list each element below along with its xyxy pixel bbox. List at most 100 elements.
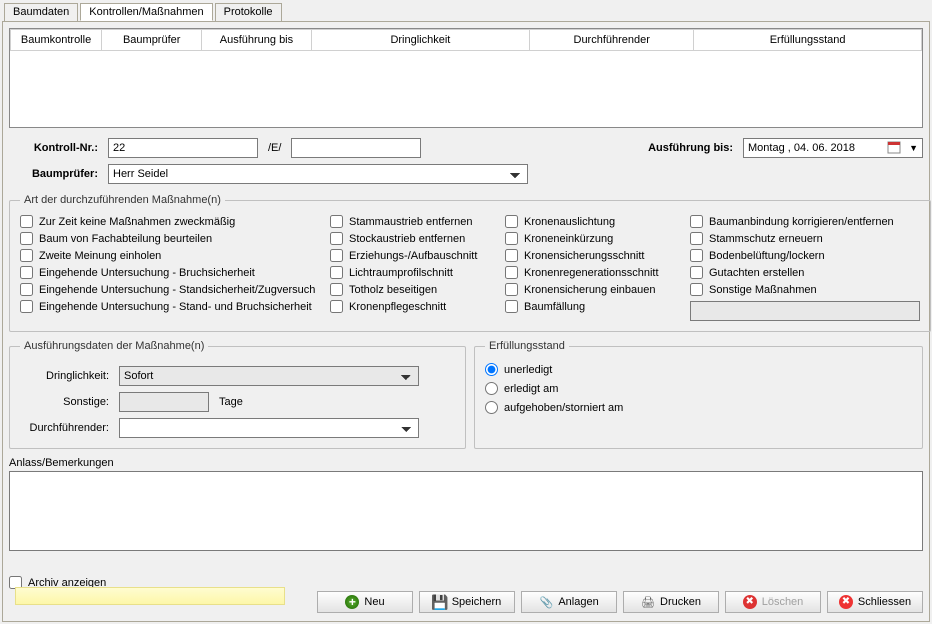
massnahme-checkbox[interactable] <box>330 232 343 245</box>
kontroll-nr-input[interactable] <box>108 138 258 158</box>
aufgehoben-radio[interactable] <box>485 401 498 414</box>
sonstige-massnahmen-input[interactable] <box>690 301 920 321</box>
durchfuehrender-label: Durchführender: <box>20 422 115 434</box>
save-icon: 💾 <box>433 595 447 609</box>
ausfuehrungsdaten-legend: Ausführungsdaten der Maßnahme(n) <box>20 340 208 352</box>
massnahme-checkbox[interactable] <box>330 283 343 296</box>
massnahme-checkbox[interactable] <box>505 266 518 279</box>
massnahme-label: Kronenauslichtung <box>524 216 615 228</box>
grid-col-dringlichkeit[interactable]: Dringlichkeit <box>311 30 530 51</box>
massnahme-check-item: Baumanbindung korrigieren/entfernen <box>690 214 920 229</box>
massnahme-label: Erziehungs-/Aufbauschnitt <box>349 250 477 262</box>
grid-col-ausfuehrung-bis[interactable]: Ausführung bis <box>202 30 311 51</box>
tab-protokolle[interactable]: Protokolle <box>215 3 282 21</box>
tab-kontrollen[interactable]: Kontrollen/Maßnahmen <box>80 3 212 21</box>
massnahme-check-item: Sonstige Maßnahmen <box>690 282 920 297</box>
massnahme-check-item: Kronenauslichtung <box>505 214 680 229</box>
drucken-button[interactable]: 🖨 Drucken <box>623 591 719 613</box>
grid-col-baumkontrolle[interactable]: Baumkontrolle <box>11 30 102 51</box>
massnahme-checkbox[interactable] <box>330 300 343 313</box>
chevron-down-icon[interactable]: ▼ <box>909 143 918 153</box>
massnahme-label: Kronensicherungsschnitt <box>524 250 644 262</box>
massnahme-label: Sonstige Maßnahmen <box>709 284 817 296</box>
massnahmen-legend: Art der durchzuführenden Maßnahme(n) <box>20 194 225 206</box>
calendar-icon[interactable] <box>887 140 901 157</box>
dringlichkeit-label: Dringlichkeit: <box>20 370 115 382</box>
maßnahmen-grid[interactable]: Baumkontrolle Baumprüfer Ausführung bis … <box>9 28 923 128</box>
loeschen-button: ✖ Löschen <box>725 591 821 613</box>
aufgehoben-label: aufgehoben/storniert am <box>504 402 623 414</box>
massnahme-checkbox[interactable] <box>20 300 33 313</box>
date-value: Montag , 04. 06. 2018 <box>748 142 855 154</box>
massnahme-label: Zur Zeit keine Maßnahmen zweckmäßig <box>39 216 235 228</box>
massnahme-checkbox[interactable] <box>690 249 703 262</box>
massnahme-label: Bodenbelüftung/lockern <box>709 250 825 262</box>
massnahme-checkbox[interactable] <box>20 266 33 279</box>
massnahme-check-item: Kronensicherung einbauen <box>505 282 680 297</box>
ausfuehrung-bis-label: Ausführung bis: <box>648 142 739 154</box>
massnahme-checkbox[interactable] <box>505 249 518 262</box>
massnahme-checkbox[interactable] <box>20 232 33 245</box>
massnahme-checkbox[interactable] <box>330 266 343 279</box>
massnahme-check-item: Baum von Fachabteilung beurteilen <box>20 231 320 246</box>
anlagen-button[interactable]: 📎 Anlagen <box>521 591 617 613</box>
ausfuehrungsdaten-group: Ausführungsdaten der Maßnahme(n) Dringli… <box>9 340 466 449</box>
massnahme-checkbox[interactable] <box>505 300 518 313</box>
baumpruefer-select[interactable]: Herr Seidel <box>108 164 528 184</box>
kontroll-nr-sep: /E/ <box>262 142 287 154</box>
massnahme-checkbox[interactable] <box>20 249 33 262</box>
massnahme-check-item: Kronenregenerationsschnitt <box>505 265 680 280</box>
dringlichkeit-select[interactable]: Sofort <box>119 366 419 386</box>
massnahme-label: Baumfällung <box>524 301 585 313</box>
massnahme-check-item: Stammaustrieb entfernen <box>330 214 495 229</box>
erfuellungsstand-legend: Erfüllungsstand <box>485 340 569 352</box>
massnahme-label: Eingehende Untersuchung - Stand- und Bru… <box>39 301 312 313</box>
massnahme-label: Stockaustrieb entfernen <box>349 233 465 245</box>
erledigt-radio[interactable] <box>485 382 498 395</box>
massnahme-label: Eingehende Untersuchung - Standsicherhei… <box>39 284 315 296</box>
erfuellungsstand-group: Erfüllungsstand unerledigt erledigt am a… <box>474 340 923 449</box>
massnahme-checkbox[interactable] <box>690 266 703 279</box>
print-icon: 🖨 <box>641 595 655 609</box>
tab-body: Baumkontrolle Baumprüfer Ausführung bis … <box>2 22 930 622</box>
massnahme-check-item: Stockaustrieb entfernen <box>330 231 495 246</box>
grid-col-erfuellungsstand[interactable]: Erfüllungsstand <box>694 30 922 51</box>
massnahme-label: Eingehende Untersuchung - Bruchsicherhei… <box>39 267 255 279</box>
ausfuehrung-bis-datepicker[interactable]: Montag , 04. 06. 2018 ▼ <box>743 138 923 158</box>
massnahme-label: Gutachten erstellen <box>709 267 804 279</box>
anlass-textarea[interactable] <box>9 471 923 551</box>
schliessen-button[interactable]: ✖ Schliessen <box>827 591 923 613</box>
durchfuehrender-select[interactable] <box>119 418 419 438</box>
massnahme-checkbox[interactable] <box>690 283 703 296</box>
massnahme-checkbox[interactable] <box>505 283 518 296</box>
sonstige-suffix: Tage <box>213 396 243 408</box>
massnahme-check-item: Baumfällung <box>505 299 680 314</box>
kontroll-nr-suffix-input[interactable] <box>291 138 421 158</box>
speichern-button[interactable]: 💾 Speichern <box>419 591 515 613</box>
massnahme-label: Totholz beseitigen <box>349 284 437 296</box>
massnahme-checkbox[interactable] <box>505 215 518 228</box>
sonstige-input[interactable] <box>119 392 209 412</box>
massnahme-label: Kroneneinkürzung <box>524 233 613 245</box>
massnahme-checkbox[interactable] <box>690 232 703 245</box>
massnahme-check-item: Zur Zeit keine Maßnahmen zweckmäßig <box>20 214 320 229</box>
massnahme-check-item: Kronensicherungsschnitt <box>505 248 680 263</box>
tab-baumdaten[interactable]: Baumdaten <box>4 3 78 21</box>
massnahme-check-item: Eingehende Untersuchung - Stand- und Bru… <box>20 299 320 314</box>
massnahme-checkbox[interactable] <box>330 215 343 228</box>
massnahme-checkbox[interactable] <box>690 215 703 228</box>
neu-button[interactable]: + Neu <box>317 591 413 613</box>
unerledigt-radio[interactable] <box>485 363 498 376</box>
attach-icon: 📎 <box>539 595 553 609</box>
massnahme-checkbox[interactable] <box>20 283 33 296</box>
grid-col-baumpruefer[interactable]: Baumprüfer <box>102 30 202 51</box>
massnahme-checkbox[interactable] <box>505 232 518 245</box>
massnahme-checkbox[interactable] <box>330 249 343 262</box>
delete-icon: ✖ <box>743 595 757 609</box>
massnahme-label: Kronenpflegeschnitt <box>349 301 446 313</box>
massnahme-check-item: Stammschutz erneuern <box>690 231 920 246</box>
massnahme-check-item: Erziehungs-/Aufbauschnitt <box>330 248 495 263</box>
massnahme-checkbox[interactable] <box>20 215 33 228</box>
erledigt-label: erledigt am <box>504 383 558 395</box>
grid-col-durchfuehrender[interactable]: Durchführender <box>530 30 694 51</box>
